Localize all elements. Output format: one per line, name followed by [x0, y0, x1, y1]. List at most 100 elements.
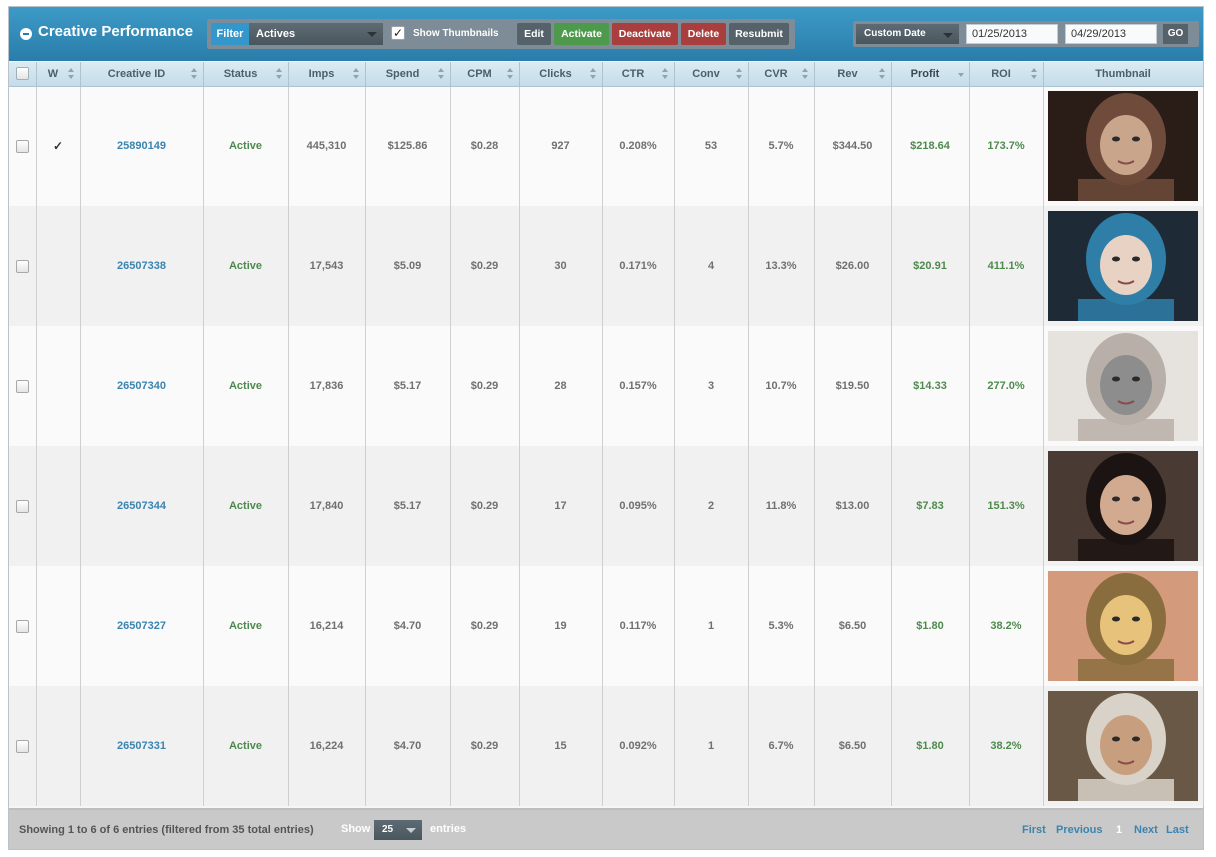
col-header-conv[interactable]: Conv	[674, 62, 749, 87]
cell-clicks: 927	[519, 86, 603, 206]
table-row[interactable]: ✓ 25890149 Active 445,310 $125.86 $0.28 927 0.2…	[9, 86, 1204, 206]
table-row[interactable]: 26507344 Active 17,840 $5.17 $0.29 17 0.095% 2 1…	[9, 446, 1204, 566]
row-checkbox[interactable]	[15, 739, 29, 753]
cell-spend: $125.86	[365, 86, 451, 206]
cell-thumbnail	[1043, 686, 1204, 806]
thumbnail-image[interactable]	[1048, 91, 1198, 202]
col-header-thumbnail: Thumbnail	[1043, 62, 1204, 87]
row-select-cell	[9, 326, 37, 446]
cell-spend: $4.70	[365, 566, 451, 686]
cell-id[interactable]: 26507344	[80, 446, 204, 566]
cell-status: Active	[203, 566, 289, 686]
col-header-label: Conv	[692, 67, 720, 80]
go-button[interactable]: GO	[1163, 24, 1188, 44]
date-mode-select[interactable]: Custom Date	[856, 24, 959, 44]
end-date-field[interactable]	[1065, 24, 1157, 44]
thumbnail-image[interactable]	[1048, 571, 1198, 681]
row-checkbox[interactable]	[15, 259, 29, 273]
creative-table: W Creative ID Status Imps Spend CPM Clic…	[9, 62, 1204, 806]
cell-thumbnail	[1043, 566, 1204, 686]
cell-profit: $7.83	[891, 446, 970, 566]
col-header-status[interactable]: Status	[203, 62, 289, 87]
table-row[interactable]: 26507327 Active 16,214 $4.70 $0.29 19 0.117% 1 5…	[9, 566, 1204, 686]
pager-previous[interactable]: Previous	[1056, 824, 1102, 836]
cell-rev: $6.50	[814, 566, 892, 686]
activate-button[interactable]: Activate	[554, 23, 609, 45]
thumbnail-image[interactable]	[1048, 451, 1198, 561]
sort-icon	[589, 68, 597, 80]
creative-performance-panel: Creative Performance Filter Actives ✓ Sh…	[8, 6, 1204, 850]
col-header-clicks[interactable]: Clicks	[519, 62, 603, 87]
show-thumbnails-checkbox[interactable]: ✓	[391, 26, 405, 40]
cell-profit: $14.33	[891, 326, 970, 446]
cell-conv: 3	[674, 326, 749, 446]
col-header-label: Rev	[837, 67, 858, 80]
row-checkbox[interactable]	[15, 379, 29, 393]
col-header-rev[interactable]: Rev	[814, 62, 892, 87]
start-date-field[interactable]	[966, 24, 1058, 44]
cell-cvr: 13.3%	[748, 206, 815, 326]
cell-imps: 16,214	[288, 566, 366, 686]
cell-profit: $20.91	[891, 206, 970, 326]
cell-id[interactable]: 26507327	[80, 566, 204, 686]
cell-w	[36, 446, 81, 566]
row-checkbox[interactable]	[15, 499, 29, 513]
table-row[interactable]: 26507331 Active 16,224 $4.70 $0.29 15 0.092% 1 6…	[9, 686, 1204, 806]
col-header-label: Imps	[308, 67, 335, 80]
pager-last[interactable]: Last	[1166, 824, 1189, 836]
cell-id[interactable]: 26507331	[80, 686, 204, 806]
cell-clicks: 19	[519, 566, 603, 686]
thumbnail-image[interactable]	[1048, 331, 1198, 441]
col-header-ctr[interactable]: CTR	[602, 62, 675, 87]
cell-roi: 151.3%	[969, 446, 1044, 566]
cell-spend: $5.09	[365, 206, 451, 326]
cell-profit: $1.80	[891, 566, 970, 686]
row-checkbox[interactable]	[15, 139, 29, 153]
cell-conv: 2	[674, 446, 749, 566]
col-header-profit[interactable]: Profit	[891, 62, 970, 87]
thumbnail-image[interactable]	[1048, 211, 1198, 321]
cell-cvr: 11.8%	[748, 446, 815, 566]
pager-next[interactable]: Next	[1134, 824, 1158, 836]
deactivate-button[interactable]: Deactivate	[612, 23, 678, 45]
col-header-label: W	[47, 67, 59, 80]
sort-icon	[190, 68, 198, 80]
cell-conv: 53	[674, 86, 749, 206]
thumbnail-image[interactable]	[1048, 691, 1198, 801]
show-thumbnails-label: Show Thumbnails	[413, 28, 499, 39]
table-row[interactable]: 26507340 Active 17,836 $5.17 $0.29 28 0.157% 3 1…	[9, 326, 1204, 446]
row-select-cell	[9, 86, 37, 206]
col-header-cpm[interactable]: CPM	[450, 62, 520, 87]
cell-w	[36, 566, 81, 686]
cell-clicks: 30	[519, 206, 603, 326]
col-header-label: Profit	[910, 67, 940, 80]
col-header-creative-id[interactable]: Creative ID	[80, 62, 204, 87]
col-header-imps[interactable]: Imps	[288, 62, 366, 87]
page-size-select[interactable]: 25	[374, 820, 422, 840]
select-all-checkbox[interactable]	[15, 67, 29, 81]
cell-id[interactable]: 25890149	[80, 86, 204, 206]
resubmit-button[interactable]: Resubmit	[729, 23, 789, 45]
row-checkbox[interactable]	[15, 619, 29, 633]
pager-current-page: 1	[1116, 824, 1123, 836]
pager-first[interactable]: First	[1022, 824, 1046, 836]
col-header-label: Thumbnail	[1095, 67, 1151, 80]
col-header-label: CTR	[621, 67, 645, 80]
cell-imps: 445,310	[288, 86, 366, 206]
cell-w	[36, 326, 81, 446]
col-header-label: Clicks	[539, 67, 572, 80]
col-header-spend[interactable]: Spend	[365, 62, 451, 87]
cell-id[interactable]: 26507340	[80, 326, 204, 446]
cell-imps: 16,224	[288, 686, 366, 806]
col-header-w[interactable]: W	[36, 62, 81, 87]
filter-select[interactable]: Actives	[249, 23, 383, 45]
col-header-roi[interactable]: ROI	[969, 62, 1044, 87]
cell-id[interactable]: 26507338	[80, 206, 204, 326]
collapse-icon[interactable]	[20, 28, 32, 40]
delete-button[interactable]: Delete	[681, 23, 726, 45]
table-row[interactable]: 26507338 Active 17,543 $5.09 $0.29 30 0.171% 4 1…	[9, 206, 1204, 326]
filter-toolbar: Filter Actives ✓ Show Thumbnails Edit Ac…	[207, 19, 795, 49]
col-header-cvr[interactable]: CVR	[748, 62, 815, 87]
edit-button[interactable]: Edit	[517, 23, 551, 45]
checkmark-icon: ✓	[392, 26, 404, 40]
